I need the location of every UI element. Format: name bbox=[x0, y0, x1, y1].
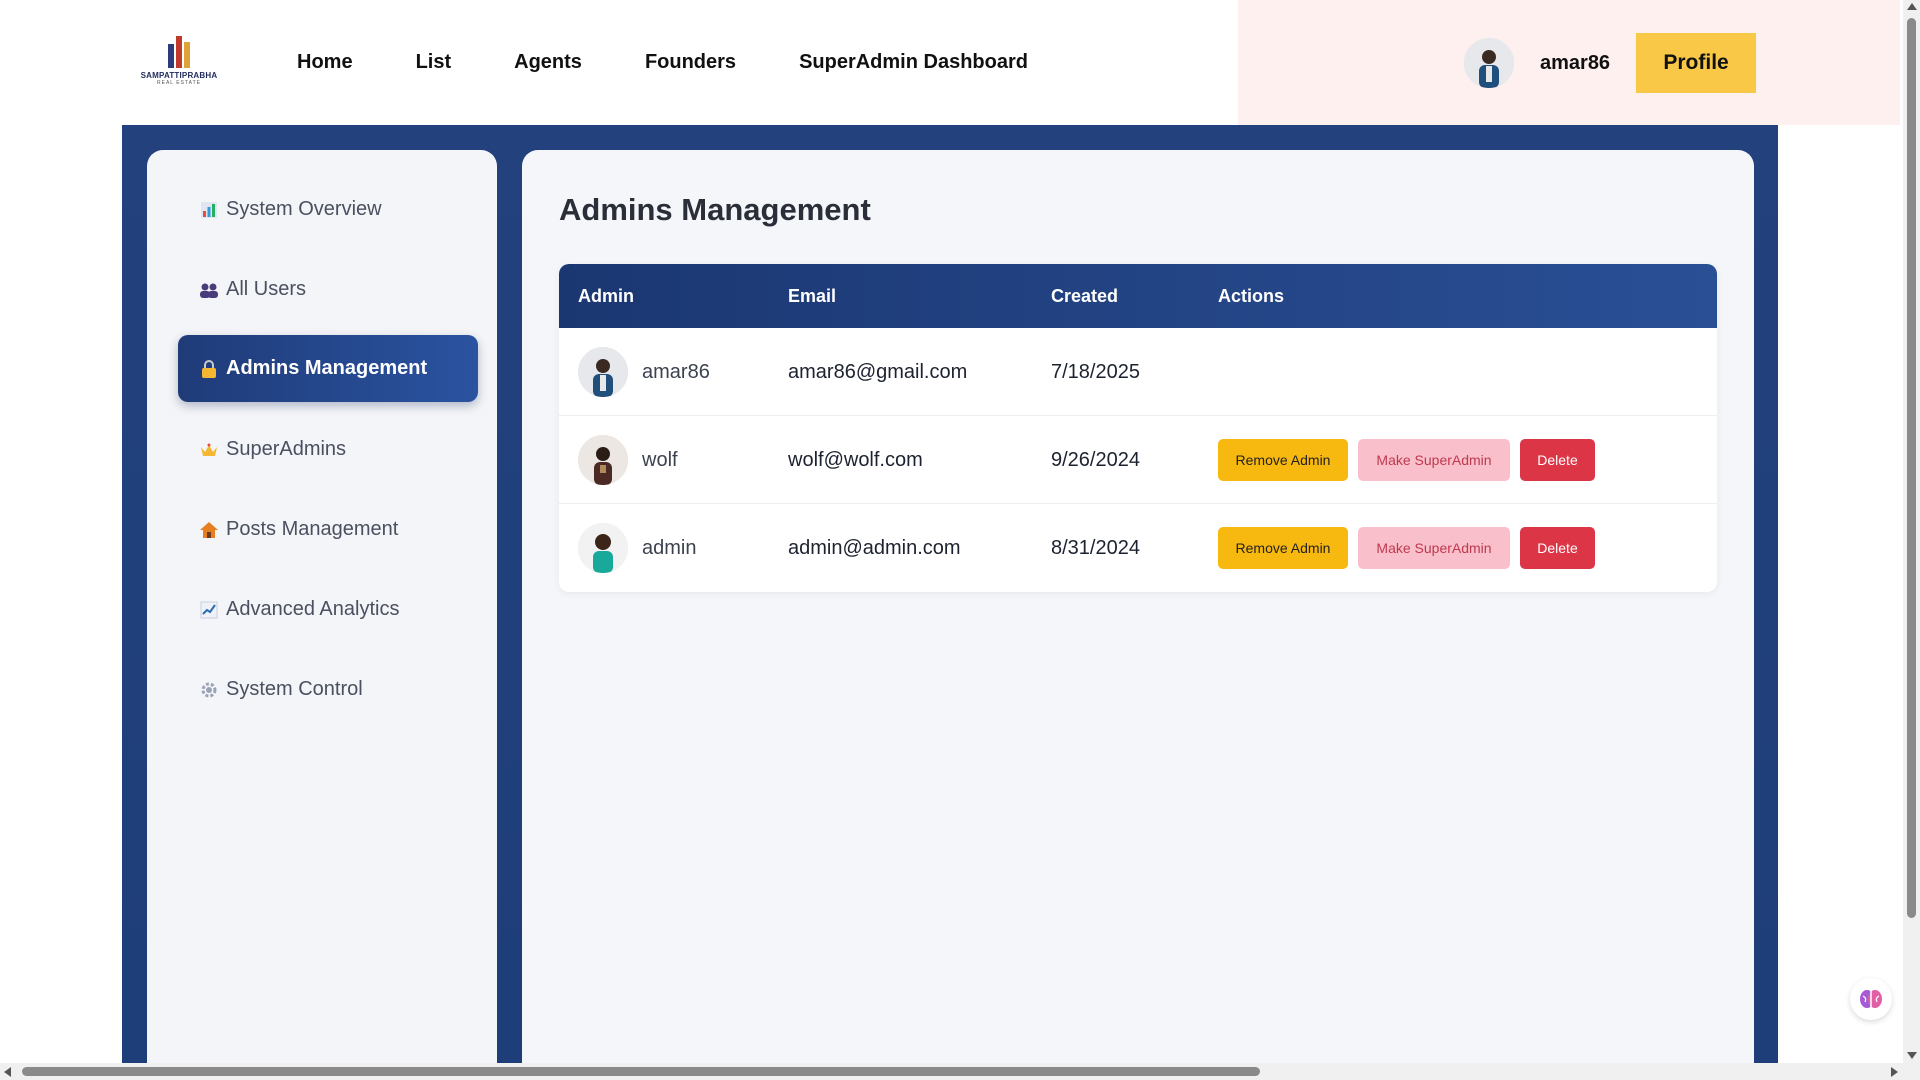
make-superadmin-button[interactable]: Make SuperAdmin bbox=[1358, 439, 1510, 481]
admin-cell: wolf bbox=[578, 416, 678, 504]
user-name[interactable]: amar86 bbox=[1540, 52, 1610, 75]
table-row: wolf wolf@wolf.com 9/26/2024 Remove Admi… bbox=[559, 416, 1717, 504]
user-menu: amar86 Profile bbox=[1464, 33, 1757, 93]
scroll-right-arrow-icon[interactable] bbox=[1891, 1067, 1898, 1077]
sidebar: System Overview All Users Admins Managem… bbox=[147, 150, 497, 1070]
admin-created: 7/18/2025 bbox=[1051, 360, 1140, 383]
admins-table: Admin Email Created Actions amar86 amar8… bbox=[559, 264, 1717, 592]
admin-created: 9/26/2024 bbox=[1051, 448, 1140, 471]
profile-button[interactable]: Profile bbox=[1636, 33, 1757, 93]
nav-list[interactable]: List bbox=[416, 51, 452, 74]
sidebar-item-label: All Users bbox=[226, 278, 307, 300]
nav-home[interactable]: Home bbox=[297, 51, 353, 74]
sidebar-item-posts-management[interactable]: Posts Management bbox=[178, 496, 478, 563]
nav-founders[interactable]: Founders bbox=[645, 51, 736, 74]
scroll-down-arrow-icon[interactable] bbox=[1907, 1052, 1917, 1059]
sidebar-item-label: System Overview bbox=[226, 198, 382, 220]
sidebar-item-label: Admins Management bbox=[226, 357, 428, 379]
admin-name: admin bbox=[642, 536, 697, 559]
sidebar-item-label: Posts Management bbox=[226, 518, 399, 540]
admin-name: wolf bbox=[642, 448, 678, 471]
house-icon bbox=[198, 519, 220, 541]
delete-button[interactable]: Delete bbox=[1520, 439, 1595, 481]
sidebar-item-admins-management[interactable]: Admins Management bbox=[178, 335, 478, 402]
admin-cell: amar86 bbox=[578, 328, 710, 416]
actions-cell: Remove Admin Make SuperAdmin Delete bbox=[1218, 416, 1605, 504]
sidebar-item-label: System Control bbox=[226, 678, 363, 700]
scroll-left-arrow-icon[interactable] bbox=[4, 1067, 11, 1077]
users-icon bbox=[198, 279, 220, 301]
sidebar-item-all-users[interactable]: All Users bbox=[178, 256, 478, 323]
admin-name: amar86 bbox=[642, 360, 710, 383]
sidebar-item-system-control[interactable]: System Control bbox=[178, 656, 478, 723]
avatar bbox=[578, 347, 628, 397]
column-header-admin: Admin bbox=[578, 286, 634, 306]
brand-tagline: REAL ESTATE bbox=[157, 80, 201, 86]
sidebar-item-system-overview[interactable]: System Overview bbox=[178, 176, 478, 243]
ai-assistant-brain-icon[interactable] bbox=[1850, 978, 1892, 1020]
scroll-up-arrow-icon[interactable] bbox=[1907, 3, 1917, 10]
sidebar-item-label: SuperAdmins bbox=[226, 438, 347, 460]
sidebar-item-superadmins[interactable]: SuperAdmins bbox=[178, 416, 478, 483]
bar-chart-icon bbox=[198, 199, 220, 221]
make-superadmin-button[interactable]: Make SuperAdmin bbox=[1358, 527, 1510, 569]
user-avatar[interactable] bbox=[1464, 38, 1514, 88]
horizontal-scrollbar[interactable] bbox=[0, 1063, 1920, 1080]
column-header-created: Created bbox=[1051, 286, 1119, 306]
sidebar-item-label: Advanced Analytics bbox=[226, 598, 400, 620]
main-content: Admins Management Admin Email Created Ac… bbox=[522, 150, 1754, 1070]
nav-superadmin-dashboard[interactable]: SuperAdmin Dashboard bbox=[799, 51, 1028, 74]
table-header: Admin Email Created Actions bbox=[559, 264, 1717, 328]
nav-agents[interactable]: Agents bbox=[514, 51, 582, 74]
admin-email: admin@admin.com bbox=[788, 536, 961, 559]
horizontal-scroll-thumb[interactable] bbox=[22, 1067, 1260, 1076]
remove-admin-button[interactable]: Remove Admin bbox=[1218, 439, 1348, 481]
admin-email: wolf@wolf.com bbox=[788, 448, 923, 471]
column-header-actions: Actions bbox=[1218, 286, 1285, 306]
avatar bbox=[578, 523, 628, 573]
avatar bbox=[578, 435, 628, 485]
trend-chart-icon bbox=[198, 599, 220, 621]
building-logo-icon bbox=[164, 34, 194, 68]
remove-admin-button[interactable]: Remove Admin bbox=[1218, 527, 1348, 569]
brand-logo[interactable]: SAMPATTIPRABHA REAL ESTATE bbox=[140, 34, 218, 90]
actions-cell: Remove Admin Make SuperAdmin Delete bbox=[1218, 504, 1605, 592]
vertical-scroll-thumb[interactable] bbox=[1907, 18, 1916, 918]
page-title: Admins Management bbox=[559, 192, 871, 227]
delete-button[interactable]: Delete bbox=[1520, 527, 1595, 569]
top-header: SAMPATTIPRABHA REAL ESTATE Home List Age… bbox=[122, 0, 1900, 125]
table-row: admin admin@admin.com 8/31/2024 Remove A… bbox=[559, 504, 1717, 592]
sidebar-item-advanced-analytics[interactable]: Advanced Analytics bbox=[178, 576, 478, 643]
main-nav: Home List Agents Founders SuperAdmin Das… bbox=[297, 0, 1091, 125]
admin-email: amar86@gmail.com bbox=[788, 360, 968, 383]
crown-icon bbox=[198, 439, 220, 461]
brand-name: SAMPATTIPRABHA bbox=[140, 71, 218, 80]
column-header-email: Email bbox=[788, 286, 837, 306]
vertical-scrollbar[interactable] bbox=[1903, 0, 1920, 1063]
admin-cell: admin bbox=[578, 504, 696, 592]
table-row: amar86 amar86@gmail.com 7/18/2025 bbox=[559, 328, 1717, 416]
admin-created: 8/31/2024 bbox=[1051, 536, 1140, 559]
gear-icon bbox=[198, 679, 220, 701]
lock-icon bbox=[198, 358, 220, 380]
